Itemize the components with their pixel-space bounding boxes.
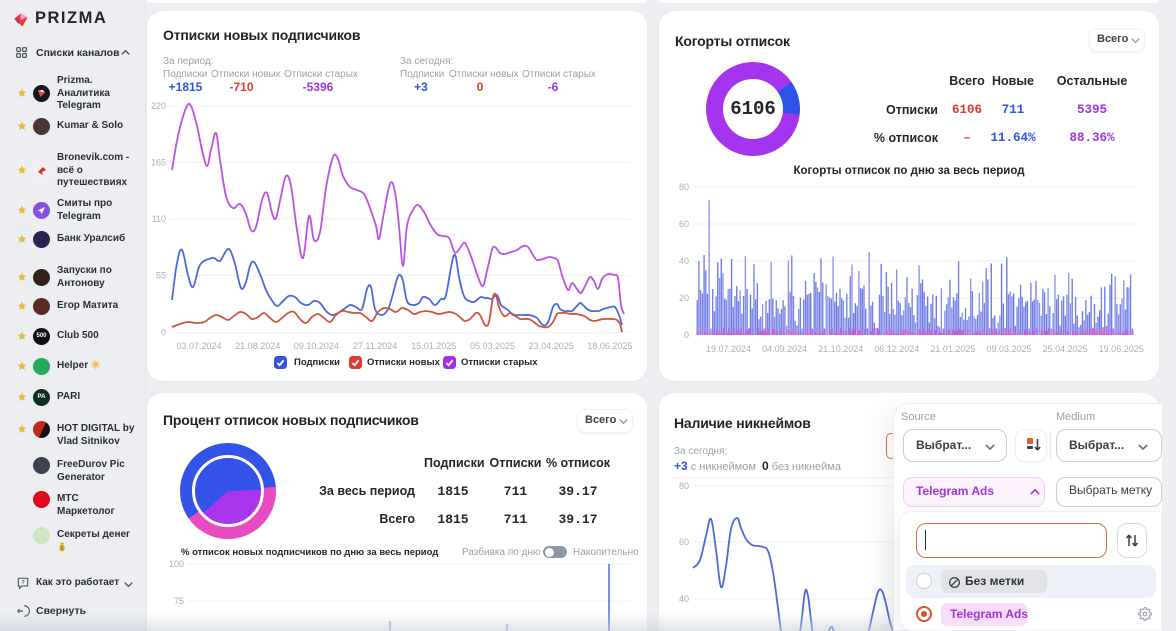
svg-text:40: 40 bbox=[679, 594, 689, 604]
svg-text:60: 60 bbox=[679, 537, 689, 547]
svg-text:80: 80 bbox=[679, 481, 689, 491]
